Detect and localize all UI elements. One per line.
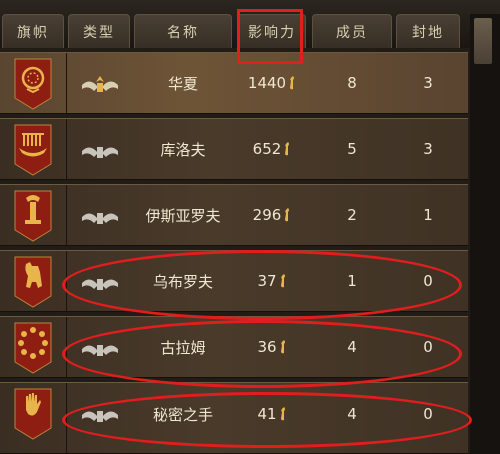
row-fiefs: 3 — [423, 140, 433, 158]
header-type[interactable]: 类型 — [68, 14, 130, 48]
header-members[interactable]: 成员 — [312, 14, 392, 48]
row-name: 伊斯亚罗夫 — [145, 206, 221, 225]
row-fiefs: 1 — [423, 206, 433, 224]
header-fiefs[interactable]: 封地 — [396, 14, 460, 48]
banner-cell — [0, 383, 67, 453]
influence-icon — [285, 142, 290, 156]
header-name[interactable]: 名称 — [134, 14, 232, 48]
clan-type-icon — [82, 213, 118, 224]
row-members: 8 — [347, 74, 357, 92]
influence-value: 1440 — [247, 74, 287, 92]
table-row[interactable]: 华夏 1440 8 3 — [0, 52, 468, 114]
influence-icon — [285, 208, 290, 222]
longship-emblem — [14, 124, 52, 176]
row-influence: 652 — [238, 119, 306, 179]
row-fiefs: 3 — [423, 74, 433, 92]
scrollbar-thumb[interactable] — [474, 18, 492, 64]
header-banner[interactable]: 旗帜 — [2, 14, 64, 48]
annotation-ellipse — [62, 320, 462, 388]
annotation-box — [237, 9, 303, 64]
banner-cell — [0, 53, 67, 113]
table-row[interactable]: 库洛夫 652 5 3 — [0, 118, 468, 180]
row-members: 5 — [347, 140, 357, 158]
annotation-ellipse — [62, 392, 472, 448]
influence-value: 296 — [252, 206, 282, 224]
tower-emblem — [14, 190, 52, 242]
table-row[interactable]: 伊斯亚罗夫 296 2 1 — [0, 184, 468, 246]
row-name: 库洛夫 — [160, 140, 206, 159]
banner-cell — [0, 185, 67, 245]
banner-cell — [0, 119, 67, 179]
annotation-ellipse — [62, 250, 462, 320]
clan-type-icon — [82, 76, 118, 92]
bear-emblem — [14, 256, 52, 308]
laurel-wreath-emblem — [14, 58, 52, 110]
banner-cell — [0, 317, 67, 377]
influence-value: 652 — [252, 140, 282, 158]
row-influence: 296 — [238, 185, 306, 245]
clan-type-icon — [82, 147, 118, 158]
banner-cell — [0, 251, 67, 311]
sun-ring-emblem — [14, 322, 52, 374]
row-members: 2 — [347, 206, 357, 224]
influence-icon — [290, 76, 295, 90]
open-hand-emblem — [14, 388, 52, 440]
scrollbar-track[interactable] — [470, 14, 500, 454]
row-name: 华夏 — [167, 74, 198, 93]
